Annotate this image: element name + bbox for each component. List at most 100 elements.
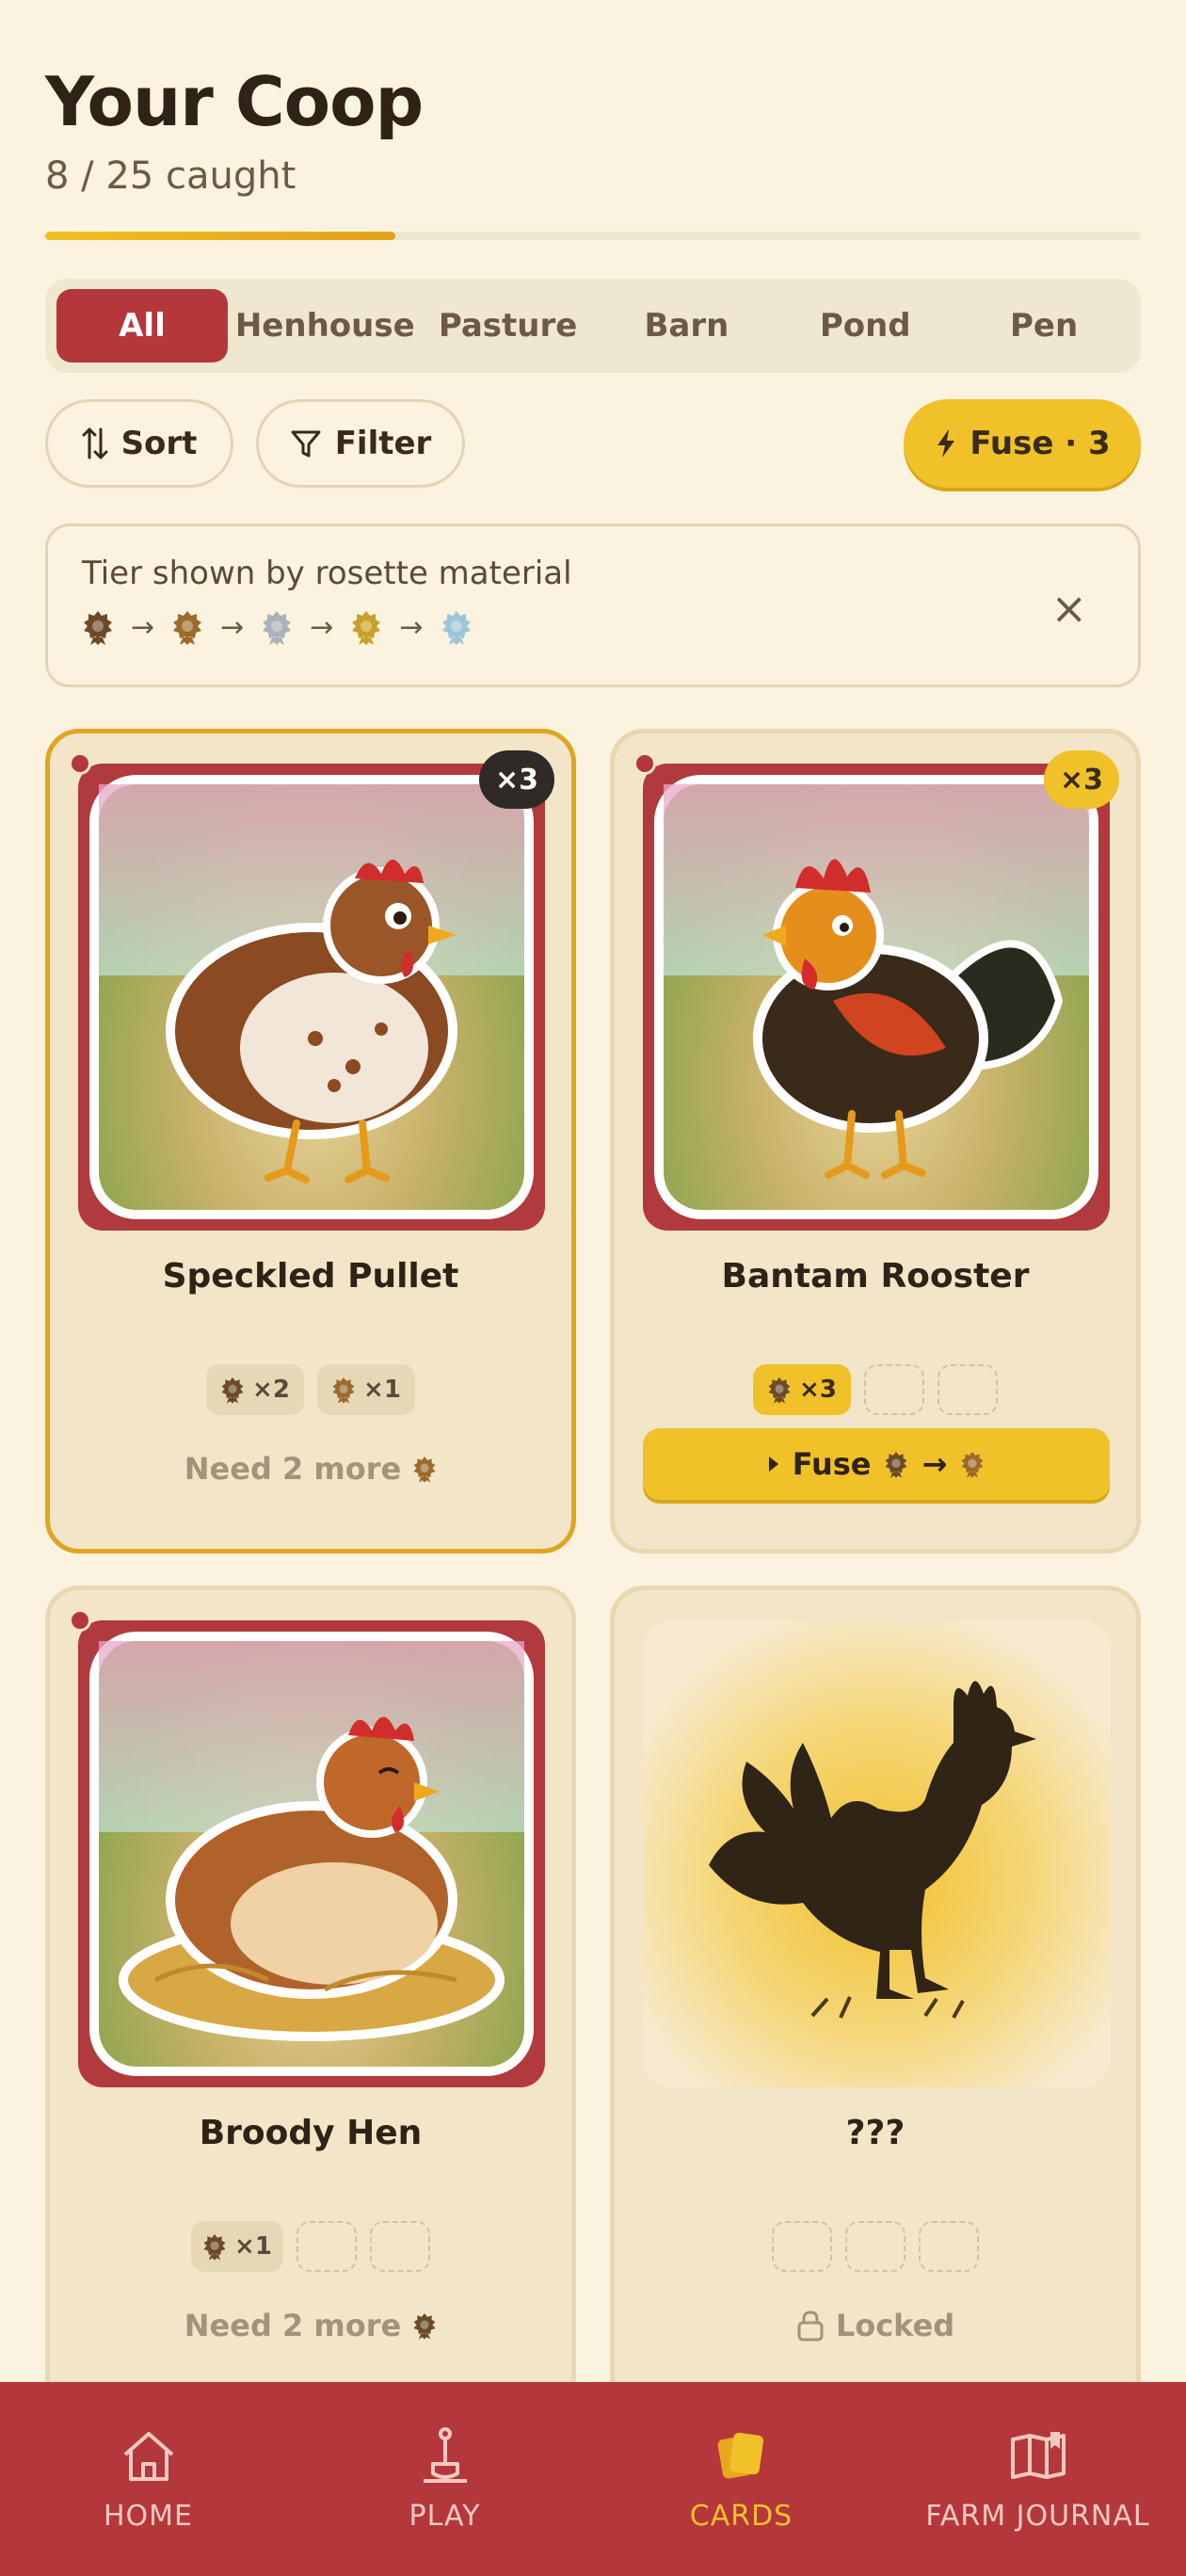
sort-label: Sort <box>120 425 198 462</box>
lock-icon <box>797 2310 824 2342</box>
tier-chip: ×1 <box>317 1364 415 1415</box>
nav-label: HOME <box>103 2499 193 2533</box>
bottom-navigation: HOME PLAY CARDS FARM JOURNAL <box>0 2382 1186 2576</box>
rosette-gold-icon <box>352 611 381 645</box>
tab-barn[interactable]: Barn <box>601 289 772 362</box>
chip-count: ×1 <box>234 2232 272 2261</box>
empty-tier-slot <box>938 1364 998 1415</box>
nav-cards[interactable]: CARDS <box>593 2382 890 2576</box>
tier-chips <box>615 2221 1136 2272</box>
status-text: Locked <box>835 2308 955 2343</box>
tab-pasture[interactable]: Pasture <box>423 289 594 362</box>
rooster-silhouette <box>709 1681 1036 2019</box>
empty-tier-slot <box>845 2221 906 2272</box>
legend-arrow: → <box>399 610 424 644</box>
card-bantam-rooster[interactable]: ×3 Bantam Rooster ×3 Fuse → <box>610 729 1141 1554</box>
lightning-icon <box>938 429 955 458</box>
chip-count: ×3 <box>799 1376 837 1404</box>
journal-icon <box>1010 2431 1066 2479</box>
rosette-bronze-icon <box>221 1377 244 1404</box>
category-tabs: All Henhouse Pasture Barn Pond Pen <box>45 279 1141 373</box>
rosette-bronze-icon <box>84 611 112 645</box>
empty-tier-slot <box>864 1364 924 1415</box>
sort-icon <box>82 427 108 459</box>
rosette-bronze-icon <box>886 1452 907 1478</box>
tier-chip: ×2 <box>206 1364 304 1415</box>
chicken-illustration <box>166 860 457 1183</box>
tab-henhouse[interactable]: Henhouse <box>235 289 415 362</box>
cards-icon <box>717 2432 763 2479</box>
card-status: Need 2 more <box>50 1451 571 1487</box>
rosette-bronze-icon <box>768 1377 791 1404</box>
tier-chips: ×1 <box>50 2221 571 2272</box>
caught-count: 8 / 25 caught <box>45 154 296 198</box>
nav-label: FARM JOURNAL <box>925 2499 1150 2533</box>
legend-text: Tier shown by rosette material <box>82 555 572 592</box>
new-indicator-dot <box>633 752 656 775</box>
card-speckled-pullet[interactable]: ×3 Speckled Pullet ×2 ×1 Need 2 more <box>45 729 576 1554</box>
card-image <box>78 764 545 1231</box>
card-image <box>643 764 1110 1231</box>
filter-button[interactable]: Filter <box>256 399 465 488</box>
shovel-icon <box>423 2426 467 2483</box>
tab-pond[interactable]: Pond <box>779 289 951 362</box>
rosette-diamond-icon <box>441 611 471 645</box>
new-indicator-dot <box>69 1609 91 1632</box>
rosette-copper-icon <box>332 1377 355 1404</box>
tab-pen[interactable]: Pen <box>958 289 1130 362</box>
count-badge: ×3 <box>1044 750 1119 809</box>
nav-play[interactable]: PLAY <box>296 2382 593 2576</box>
legend-arrow: → <box>131 610 155 644</box>
card-broody-hen[interactable]: Broody Hen ×1 Need 2 more <box>45 1586 576 2410</box>
rosette-bronze-icon <box>203 2234 226 2261</box>
rosette-bronze-icon <box>413 2313 436 2340</box>
rosette-copper-icon <box>413 1457 436 1483</box>
nav-farm-journal[interactable]: FARM JOURNAL <box>890 2382 1186 2576</box>
card-status: Locked <box>615 2308 1136 2343</box>
fuse-arrow: → <box>922 1446 948 1482</box>
rosette-copper-icon <box>173 611 202 645</box>
status-text: Need 2 more <box>184 2308 402 2343</box>
close-icon[interactable]: × <box>1050 583 1087 634</box>
card-status: Need 2 more <box>50 2308 571 2343</box>
rosette-silver-icon <box>263 611 292 645</box>
progress-fill <box>45 232 396 240</box>
tab-all[interactable]: All <box>56 289 228 362</box>
rosette-copper-icon <box>961 1452 984 1478</box>
empty-tier-slot <box>369 2221 430 2272</box>
legend-arrow: → <box>220 610 245 644</box>
fuse-all-label: Fuse · 3 <box>970 425 1111 462</box>
play-icon <box>768 1457 778 1472</box>
count-badge: ×3 <box>479 750 554 809</box>
legend-arrow: → <box>310 610 334 644</box>
rooster-illustration <box>753 859 1064 1179</box>
sort-button[interactable]: Sort <box>45 399 233 488</box>
card-fuse-button[interactable]: Fuse → <box>643 1428 1110 1500</box>
card-locked[interactable]: ??? Locked <box>610 1586 1141 2410</box>
filter-label: Filter <box>334 425 432 462</box>
collection-progress-bar <box>45 232 1141 240</box>
chip-count: ×1 <box>363 1376 401 1404</box>
fuse-label: Fuse <box>792 1446 872 1482</box>
fuse-all-button[interactable]: Fuse · 3 <box>904 399 1141 488</box>
nav-label: CARDS <box>689 2499 793 2533</box>
card-name: Speckled Pullet <box>162 1257 459 1296</box>
card-name: ??? <box>845 2114 906 2152</box>
home-icon <box>123 2431 173 2481</box>
filter-icon <box>291 430 321 458</box>
page-title: Your Coop <box>45 62 424 141</box>
tier-chip: ×1 <box>191 2221 283 2272</box>
tier-legend: Tier shown by rosette material → → → → × <box>45 523 1141 687</box>
card-image <box>78 1620 545 2087</box>
nav-label: PLAY <box>409 2499 481 2533</box>
tier-chips: ×2 ×1 <box>50 1364 571 1415</box>
card-name: Broody Hen <box>199 2114 423 2152</box>
new-indicator-dot <box>69 752 91 775</box>
header: Your Coop 8 / 25 caught <box>45 62 424 198</box>
card-image <box>643 1620 1110 2087</box>
card-name: Bantam Rooster <box>721 1257 1030 1296</box>
empty-tier-slot <box>919 2221 979 2272</box>
tier-chips: ×3 <box>615 1364 1136 1415</box>
tier-chip: ×3 <box>753 1364 851 1415</box>
nav-home[interactable]: HOME <box>0 2382 296 2576</box>
